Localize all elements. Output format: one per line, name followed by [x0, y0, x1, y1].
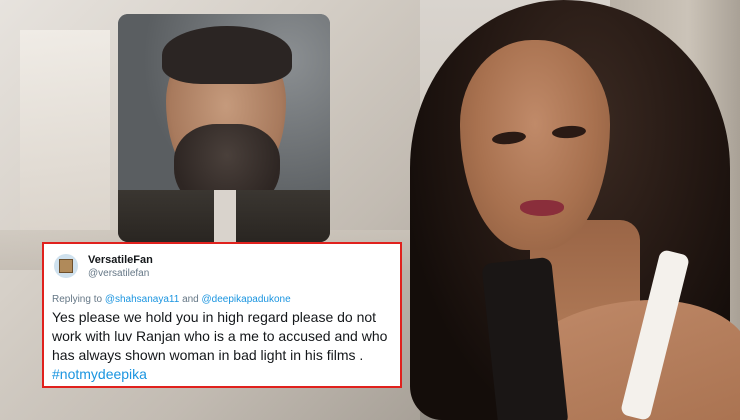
- tweet-body: Yes please we hold you in high regard pl…: [52, 308, 398, 384]
- tweet-avatar[interactable]: [54, 254, 78, 278]
- woman-portrait: [390, 0, 740, 420]
- background-window: [20, 30, 110, 230]
- replying-prefix: Replying to: [52, 294, 103, 305]
- man-hair: [162, 26, 292, 84]
- tweet-hashtag[interactable]: #notmydeepika: [52, 366, 147, 382]
- scene: VersatileFan @versatilefan Replying to @…: [0, 0, 740, 420]
- woman-face: [460, 40, 610, 250]
- tweet-replying-to: Replying to @shahsanaya11 and @deepikapa…: [52, 294, 291, 305]
- woman-right-eye: [551, 124, 587, 140]
- man-photo-inset: [118, 14, 330, 242]
- woman-left-eye: [491, 130, 527, 146]
- tweet-card: VersatileFan @versatilefan Replying to @…: [42, 242, 402, 388]
- mention-link-1[interactable]: @shahsanaya11: [105, 294, 179, 305]
- replying-and: and: [182, 294, 199, 305]
- man-collar: [214, 190, 236, 242]
- mention-link-2[interactable]: @deepikapadukone: [202, 294, 291, 305]
- woman-lips: [520, 200, 564, 216]
- tweet-author-handle[interactable]: @versatilefan: [88, 268, 149, 279]
- tweet-text: Yes please we hold you in high regard pl…: [52, 309, 388, 363]
- tweet-author-name[interactable]: VersatileFan: [88, 254, 153, 266]
